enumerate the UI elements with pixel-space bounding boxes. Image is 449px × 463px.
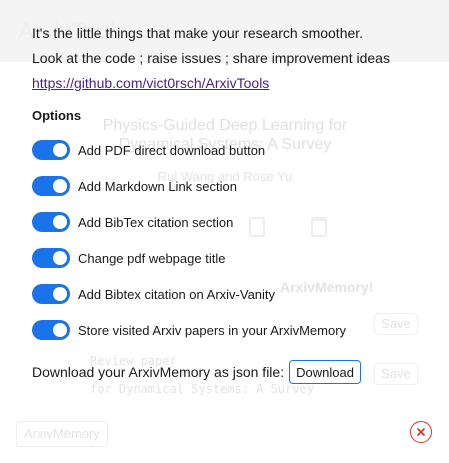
option-pdf-download-button[interactable]: Add PDF direct download button bbox=[32, 139, 265, 161]
options-panel: It's the little things that make your re… bbox=[0, 0, 449, 463]
close-icon bbox=[417, 428, 425, 436]
toggle-knob bbox=[53, 143, 67, 157]
intro-text-1: It's the little things that make your re… bbox=[32, 25, 364, 41]
option-label: Add Bibtex citation on Arxiv-Vanity bbox=[78, 286, 276, 302]
toggle-switch[interactable] bbox=[32, 320, 70, 340]
toggle-switch[interactable] bbox=[32, 248, 70, 268]
toggle-switch[interactable] bbox=[32, 140, 70, 160]
toggle-knob bbox=[53, 287, 67, 301]
option-arxiv-memory[interactable]: Store visited Arxiv papers in your Arxiv… bbox=[32, 319, 346, 341]
toggle-switch[interactable] bbox=[32, 212, 70, 232]
download-text: Download your ArxivMemory as json file: bbox=[32, 364, 285, 380]
option-markdown-link[interactable]: Add Markdown Link section bbox=[32, 175, 237, 197]
toggle-switch[interactable] bbox=[32, 176, 70, 196]
download-button[interactable]: Download bbox=[289, 360, 361, 384]
option-pdf-title[interactable]: Change pdf webpage title bbox=[32, 247, 225, 269]
github-repo-link[interactable]: https://github.com/vict0rsch/ArxivTools bbox=[32, 74, 269, 92]
download-memory-row: Download your ArxivMemory as json file: … bbox=[32, 360, 361, 384]
option-bibtex-citation[interactable]: Add BibTex citation section bbox=[32, 211, 233, 233]
close-button[interactable] bbox=[410, 421, 432, 443]
intro-text-2: Look at the code ; raise issues ; share … bbox=[32, 50, 390, 66]
options-heading: Options bbox=[32, 108, 82, 123]
option-label: Add PDF direct download button bbox=[78, 142, 266, 158]
toggle-knob bbox=[53, 179, 67, 193]
toggle-switch[interactable] bbox=[32, 284, 70, 304]
option-label: Add Markdown Link section bbox=[78, 178, 237, 194]
toggle-knob bbox=[53, 215, 67, 229]
option-label: Add BibTex citation section bbox=[78, 214, 234, 230]
option-arxiv-vanity-bibtex[interactable]: Add Bibtex citation on Arxiv-Vanity bbox=[32, 283, 275, 305]
option-label: Store visited Arxiv papers in your Arxiv… bbox=[78, 322, 347, 338]
option-label: Change pdf webpage title bbox=[78, 250, 226, 266]
toggle-knob bbox=[53, 251, 67, 265]
toggle-knob bbox=[53, 323, 67, 337]
